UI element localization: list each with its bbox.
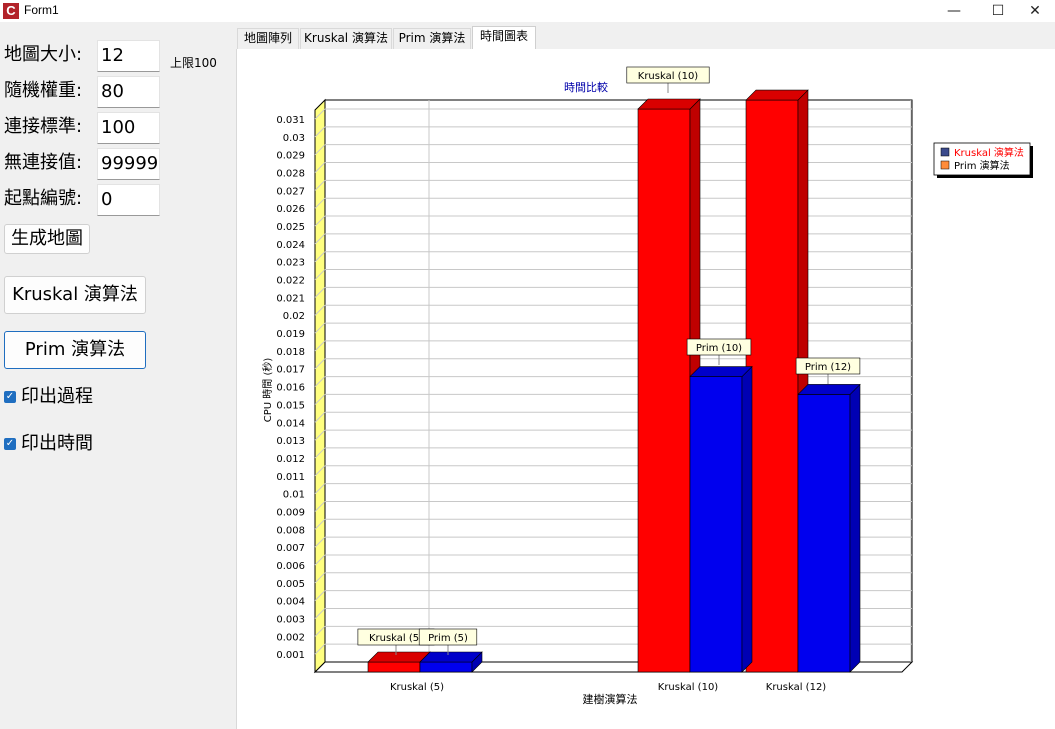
print-process-checkbox[interactable]: ✓ [4, 391, 16, 403]
random-weight-input[interactable]: 80 [97, 76, 160, 108]
minimize-button[interactable]: — [931, 0, 977, 22]
prim-button[interactable]: Prim 演算法 [4, 331, 146, 369]
print-time-label[interactable]: 印出時間 [21, 432, 93, 456]
start-node-input[interactable]: 0 [97, 184, 160, 216]
window-title: Form1 [24, 3, 59, 17]
generate-map-button[interactable]: 生成地圖 [4, 224, 90, 254]
tab-prim[interactable]: Prim 演算法 [393, 28, 471, 49]
kruskal-button[interactable]: Kruskal 演算法 [4, 276, 146, 314]
connect-standard-input[interactable]: 100 [97, 112, 160, 144]
app-icon: C [3, 3, 19, 19]
start-node-label: 起點編號: [4, 188, 83, 209]
no-connect-value-input[interactable]: 99999 [97, 148, 160, 180]
tab-map-array[interactable]: 地圖陣列 [237, 28, 299, 49]
tab-panel [236, 49, 1055, 729]
map-size-limit-label: 上限100 [170, 56, 217, 70]
print-process-label[interactable]: 印出過程 [21, 385, 93, 409]
connect-standard-label: 連接標準: [4, 116, 83, 137]
title-bar: C Form1 — ☐ ✕ [0, 0, 1055, 22]
tab-time-chart[interactable]: 時間圖表 [472, 26, 536, 50]
map-size-input[interactable]: 12 [97, 40, 160, 72]
no-connect-value-label: 無連接值: [4, 152, 83, 173]
tab-kruskal[interactable]: Kruskal 演算法 [300, 28, 392, 49]
random-weight-label: 隨機權重: [4, 80, 83, 101]
print-time-checkbox[interactable]: ✓ [4, 438, 16, 450]
map-size-label: 地圖大小: [4, 44, 83, 65]
close-button[interactable]: ✕ [1012, 0, 1055, 22]
